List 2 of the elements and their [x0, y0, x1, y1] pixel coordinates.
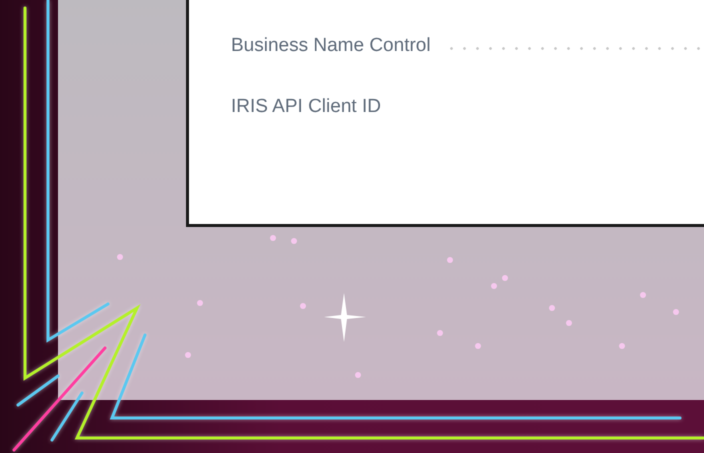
field-label: Business Name Control: [231, 35, 431, 57]
field-label: IRIS API Client ID: [231, 96, 381, 118]
